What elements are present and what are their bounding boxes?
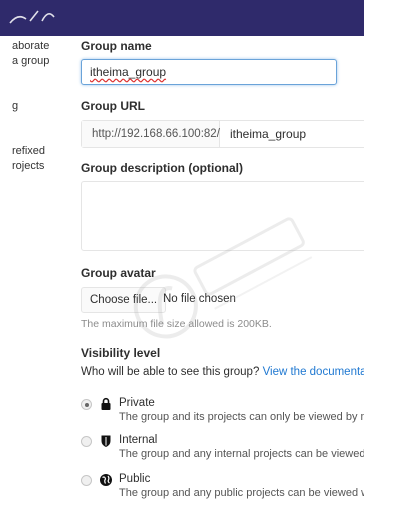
visibility-option-private[interactable]: Private The group and its projects can o…: [81, 397, 364, 427]
visibility-option-internal[interactable]: Internal The group and any internal proj…: [81, 434, 364, 464]
page: aborate a group g refixed rojects Group …: [0, 0, 364, 523]
top-navbar: [0, 0, 364, 36]
left-text-line: rojects: [12, 160, 45, 172]
group-avatar-label: Group avatar: [81, 266, 156, 280]
group-url-field: http://192.168.66.100:82/ itheima_group: [81, 120, 364, 148]
internal-radio[interactable]: [81, 436, 92, 447]
visibility-question-text: Who will be able to see this group?: [81, 366, 260, 378]
group-name-input[interactable]: itheima_group: [81, 59, 337, 85]
shield-icon: [101, 435, 111, 447]
url-prefix: http://192.168.66.100:82/: [82, 121, 220, 147]
internal-title: Internal: [119, 434, 158, 446]
logo-icon: [9, 10, 55, 24]
avatar-help-text: The maximum file size allowed is 200KB.: [81, 318, 272, 330]
visibility-level-label: Visibility level: [81, 346, 161, 360]
group-path-input[interactable]: itheima_group: [230, 121, 306, 147]
left-text-line: a group: [12, 55, 50, 67]
internal-description: The group and any internal projects can …: [119, 448, 364, 460]
group-name-label: Group name: [81, 39, 152, 53]
private-title: Private: [119, 397, 155, 409]
left-text-line: g: [12, 100, 19, 112]
public-title: Public: [119, 473, 151, 485]
group-description-label: Group description (optional): [81, 161, 243, 175]
choose-file-button[interactable]: Choose file...: [81, 287, 167, 313]
visibility-question: Who will be able to see this group? View…: [81, 366, 364, 378]
private-radio[interactable]: [81, 399, 92, 410]
private-description: The group and its projects can only be v…: [119, 411, 364, 423]
left-text-line: aborate: [12, 40, 50, 52]
group-url-label: Group URL: [81, 99, 145, 113]
group-name-value: itheima_group: [90, 65, 167, 79]
group-description-textarea[interactable]: [81, 181, 364, 251]
globe-icon: [100, 474, 112, 486]
left-text-line: refixed: [12, 145, 46, 157]
right-blank-margin: [364, 0, 403, 523]
public-radio[interactable]: [81, 475, 92, 486]
no-file-chosen-text: No file chosen: [163, 293, 236, 305]
visibility-option-public[interactable]: Public The group and any public projects…: [81, 473, 364, 503]
public-description: The group and any public projects can be…: [119, 487, 364, 499]
view-documentation-link[interactable]: View the documentatio: [263, 366, 364, 378]
lock-icon: [101, 397, 111, 410]
